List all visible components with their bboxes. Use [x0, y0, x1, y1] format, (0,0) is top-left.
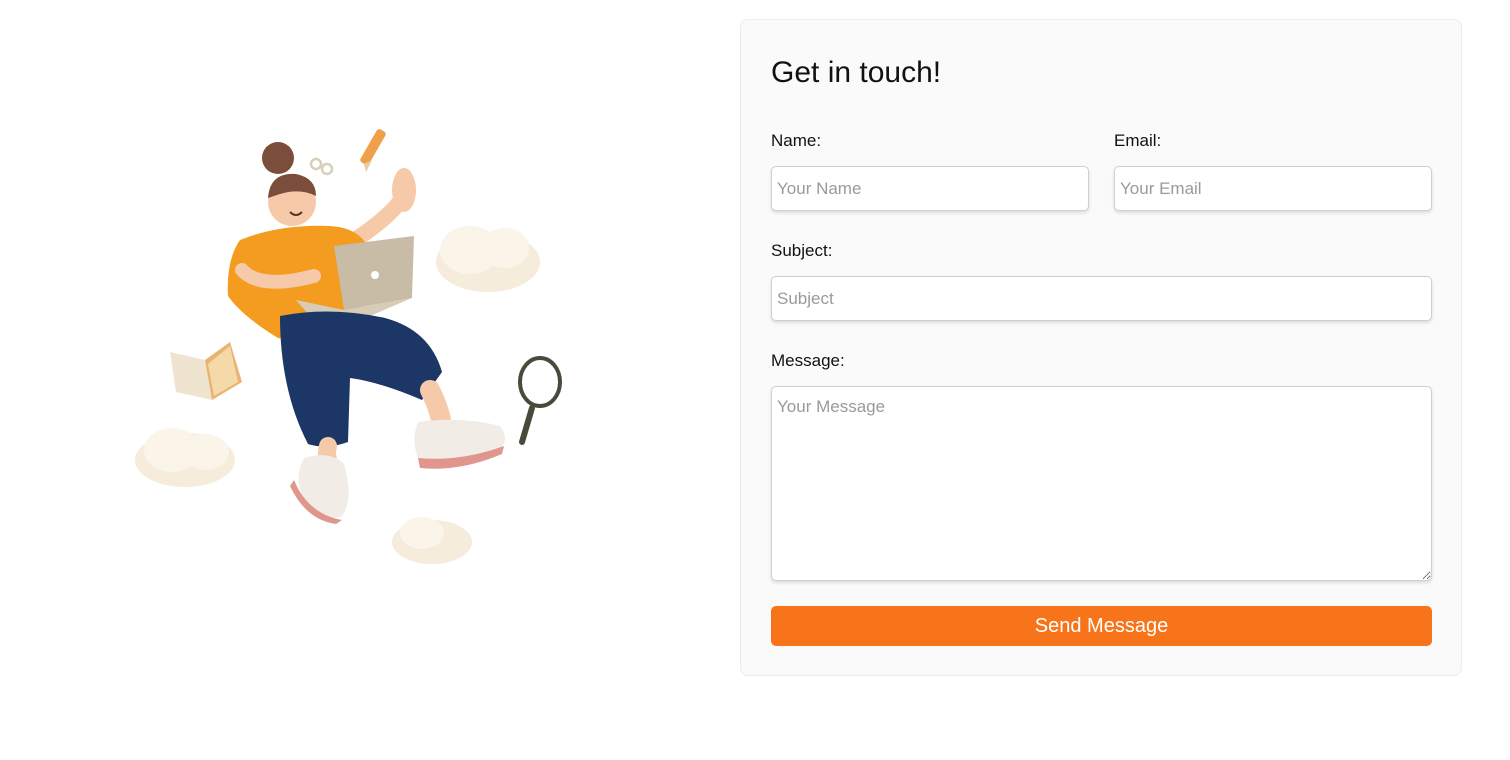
pencil-icon [360, 129, 386, 172]
name-label: Name: [771, 131, 822, 150]
cloud-icon [135, 428, 235, 487]
person-with-laptop-illustration [135, 129, 562, 564]
send-message-button[interactable]: Send Message [771, 606, 1432, 646]
subject-label: Subject: [771, 241, 833, 260]
name-input[interactable] [771, 166, 1089, 211]
form-title: Get in touch! [771, 56, 942, 89]
cloud-icon [436, 226, 540, 292]
message-label: Message: [771, 351, 845, 370]
email-input[interactable] [1114, 166, 1432, 211]
email-label: Email: [1114, 131, 1162, 150]
person-icon [227, 142, 505, 524]
contact-form-card: Get in touch! Name: Email: Subject: Mess… [740, 19, 1462, 676]
contact-page: Get in touch! Name: Email: Subject: Mess… [0, 0, 1510, 760]
message-textarea[interactable] [771, 386, 1432, 581]
glasses-icon [309, 157, 334, 176]
magnifier-icon [518, 356, 562, 445]
cloud-icon [392, 517, 472, 564]
subject-input[interactable] [771, 276, 1432, 321]
book-icon [170, 342, 242, 400]
